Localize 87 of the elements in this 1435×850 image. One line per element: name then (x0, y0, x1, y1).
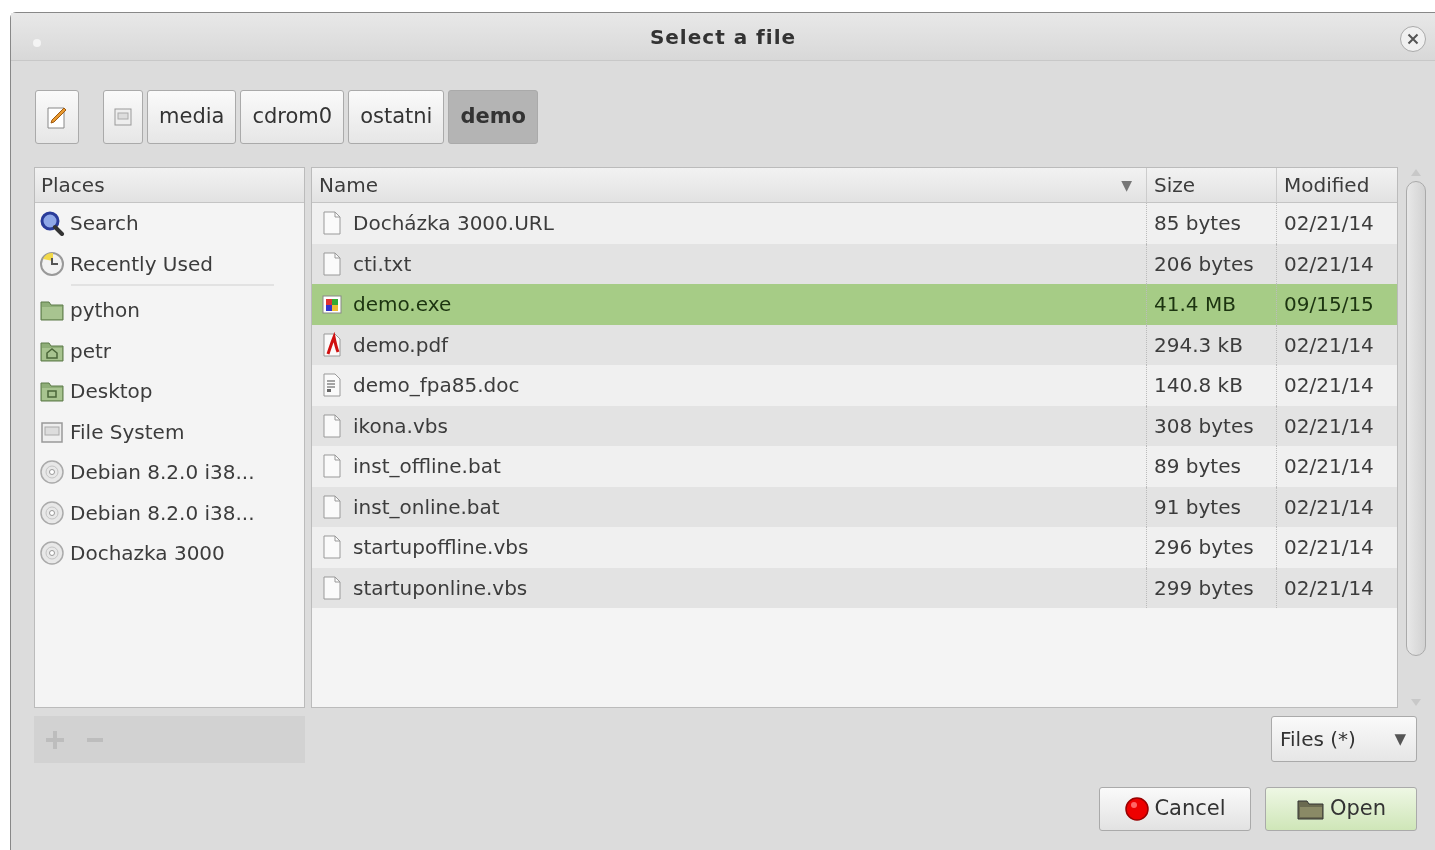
path-button[interactable]: demo (448, 90, 538, 144)
column-header[interactable]: Name ▼ (312, 168, 1147, 203)
path-button[interactable]: ostatni (348, 90, 445, 144)
file-name: demo.exe (353, 291, 452, 319)
file-size-cell: 206 bytes (1147, 243, 1277, 284)
file-name: startupoffline.vbs (353, 534, 529, 562)
file-date-cell: 09/15/15 (1277, 284, 1397, 325)
place-item[interactable]: Recently Used (35, 243, 304, 284)
path-button[interactable]: cdrom0 (240, 90, 345, 144)
file-size-cell: 308 bytes (1147, 405, 1277, 446)
file-name-cell[interactable]: ikona.vbs (312, 405, 1147, 446)
place-item[interactable]: Desktop (35, 371, 304, 412)
place-label: Debian 8.2.0 i38... (70, 499, 255, 527)
column-header[interactable]: Size (1147, 168, 1277, 203)
file-date-cell: 02/21/14 (1277, 567, 1397, 608)
path-button[interactable] (35, 90, 79, 144)
stop-icon (1124, 796, 1151, 822)
file-date-cell: 02/21/14 (1277, 365, 1397, 406)
file-name: startuponline.vbs (353, 574, 528, 602)
place-item[interactable]: python (35, 290, 304, 331)
file-name: Docházka 3000.URL (353, 210, 554, 238)
disc-icon (39, 459, 65, 486)
place-label: python (70, 297, 140, 325)
place-item[interactable]: Search (35, 203, 304, 244)
column-label: Name (319, 172, 378, 199)
file-date-cell: 02/21/14 (1277, 527, 1397, 568)
disc-icon (39, 499, 65, 526)
search-icon (39, 210, 65, 237)
close-icon[interactable] (1399, 25, 1427, 53)
file-size-cell: 85 bytes (1147, 203, 1277, 244)
place-item[interactable]: Dochazka 3000 (35, 533, 304, 574)
place-item[interactable]: petr (35, 330, 304, 371)
file-size-cell: 41.4 MB (1147, 284, 1277, 325)
file-date-cell: 02/21/14 (1277, 203, 1397, 244)
file-size-cell: 89 bytes (1147, 446, 1277, 487)
place-item[interactable]: Debian 8.2.0 i38... (35, 492, 304, 533)
place-label: petr (70, 337, 112, 365)
file-name-cell[interactable]: inst_offline.bat (312, 446, 1147, 487)
path-button[interactable]: media (147, 90, 237, 144)
file-name-cell[interactable]: demo.pdf (312, 324, 1147, 365)
window-title: Select a file (649, 23, 797, 51)
disc-icon (39, 540, 65, 567)
place-label: Desktop (70, 378, 153, 406)
open-button[interactable]: Open (1265, 787, 1417, 831)
file-name-cell[interactable]: inst_online.bat (312, 486, 1147, 527)
column-header[interactable]: Places (35, 168, 304, 203)
window-dot-icon (33, 39, 41, 47)
clock-icon (39, 250, 65, 277)
file-name: demo.pdf (353, 331, 449, 359)
filter-value: Files (*) (1280, 726, 1356, 753)
file-name: demo_fpa85.doc (353, 372, 520, 400)
scrollbar-thumb[interactable] (1406, 181, 1426, 656)
cancel-button[interactable]: Cancel (1099, 787, 1251, 831)
file-name: inst_offline.bat (353, 453, 501, 481)
dropdown-arrow: ▼ (1394, 728, 1406, 750)
path-button[interactable] (103, 90, 143, 144)
sort-arrow[interactable]: ▼ (1121, 174, 1132, 196)
file-name: cti.txt (353, 250, 412, 278)
place-label: Dochazka 3000 (70, 540, 225, 568)
place-label: Search (70, 210, 139, 238)
drive-icon (113, 107, 133, 127)
file-name-cell[interactable]: Docházka 3000.URL (312, 203, 1147, 244)
file-name: ikona.vbs (353, 412, 448, 440)
place-item[interactable]: Debian 8.2.0 i38... (35, 452, 304, 493)
file-name-cell[interactable]: startupoffline.vbs (312, 527, 1147, 568)
file-size-cell: 294.3 kB (1147, 324, 1277, 365)
file-size-cell: 299 bytes (1147, 567, 1277, 608)
file-size-cell: 296 bytes (1147, 527, 1277, 568)
file-name: inst_online.bat (353, 493, 500, 521)
file-name-cell[interactable]: startuponline.vbs (312, 567, 1147, 608)
place-item[interactable]: File System (35, 411, 304, 452)
file-name-cell[interactable]: demo_fpa85.doc (312, 365, 1147, 406)
folder-icon (1295, 797, 1326, 821)
file-size-cell: 140.8 kB (1147, 365, 1277, 406)
file-date-cell: 02/21/14 (1277, 486, 1397, 527)
place-label: Recently Used (70, 250, 213, 278)
file-name-cell[interactable]: cti.txt (312, 243, 1147, 284)
place-label: File System (70, 418, 185, 446)
file-date-cell: 02/21/14 (1277, 324, 1397, 365)
file-date-cell: 02/21/14 (1277, 243, 1397, 284)
file-date-cell: 02/21/14 (1277, 446, 1397, 487)
file-date-cell: 02/21/14 (1277, 405, 1397, 446)
column-header[interactable]: Modified (1277, 168, 1397, 203)
file-name-cell[interactable]: demo.exe (312, 284, 1147, 325)
filter-dropdown[interactable]: Files (*) ▼ (1271, 716, 1417, 762)
file-size-cell: 91 bytes (1147, 486, 1277, 527)
place-label: Debian 8.2.0 i38... (70, 459, 255, 487)
